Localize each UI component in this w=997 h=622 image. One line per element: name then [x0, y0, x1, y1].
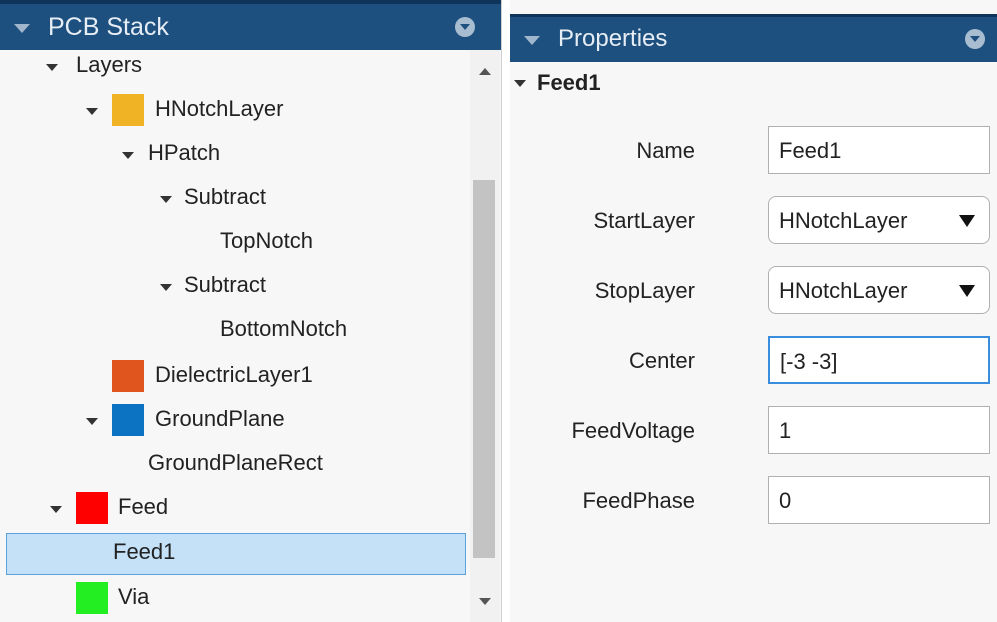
pcb-stack-panel: PCB Stack Layers HNotchLayer HPatch Subt…	[0, 0, 502, 622]
collapse-section-icon[interactable]	[514, 80, 526, 87]
tree-node-label: GroundPlane	[155, 406, 285, 431]
property-name: Name Feed1	[510, 126, 997, 176]
tree-node-label: HPatch	[148, 140, 221, 165]
center-field[interactable]: [-3 -3]	[768, 336, 990, 384]
layer-color-swatch	[112, 94, 144, 126]
panel-options-icon[interactable]	[965, 29, 985, 49]
properties-title: Properties	[558, 25, 668, 52]
dropdown-value: HNotchLayer	[779, 208, 908, 233]
start-layer-dropdown[interactable]: HNotchLayer	[768, 196, 990, 244]
tree-node-label: DielectricLayer1	[155, 362, 313, 387]
expand-arrow-icon[interactable]	[86, 418, 98, 425]
properties-panel: Properties Feed1 Name Feed1 StartLayer H…	[510, 0, 997, 622]
layer-color-swatch	[76, 582, 108, 614]
scroll-down-icon[interactable]	[479, 598, 491, 605]
name-field[interactable]: Feed1	[768, 126, 990, 174]
scroll-up-icon[interactable]	[479, 68, 491, 75]
tree-node-label: Feed1	[113, 539, 176, 564]
tree-scrollbar[interactable]	[470, 50, 500, 622]
expand-arrow-icon[interactable]	[160, 196, 172, 203]
tree-node-label: Subtract	[184, 184, 266, 209]
dropdown-arrow-icon[interactable]	[959, 215, 975, 227]
feed-phase-field[interactable]: 0	[768, 476, 990, 524]
layer-color-swatch	[112, 404, 144, 436]
property-feedphase: FeedPhase 0	[510, 476, 997, 526]
pcb-stack-header[interactable]: PCB Stack	[0, 0, 501, 50]
expand-arrow-icon[interactable]	[46, 64, 58, 71]
section-title: Feed1	[537, 70, 601, 95]
property-startlayer: StartLayer HNotchLayer	[510, 196, 997, 246]
tree-node-label: TopNotch	[220, 228, 313, 253]
tree-node-feed1[interactable]: Feed1	[6, 533, 466, 575]
property-stoplayer: StopLayer HNotchLayer	[510, 266, 997, 316]
expand-arrow-icon[interactable]	[86, 108, 98, 115]
property-label: StartLayer	[593, 208, 696, 233]
pcb-stack-title: PCB Stack	[48, 13, 169, 41]
layer-color-swatch	[76, 492, 108, 524]
expand-arrow-icon[interactable]	[50, 506, 62, 513]
tree-node-label: Feed	[118, 494, 169, 519]
property-label: Center	[628, 348, 695, 373]
stop-layer-dropdown[interactable]: HNotchLayer	[768, 266, 990, 314]
tree-node-label: HNotchLayer	[155, 96, 284, 121]
expand-arrow-icon[interactable]	[160, 284, 172, 291]
property-feedvoltage: FeedVoltage 1	[510, 406, 997, 456]
property-label: FeedVoltage	[571, 418, 695, 443]
pcb-tree: Layers HNotchLayer HPatch Subtract TopNo…	[0, 50, 470, 622]
properties-header[interactable]: Properties	[510, 14, 997, 62]
tree-node-label: GroundPlaneRect	[148, 450, 323, 475]
property-label: Name	[636, 138, 695, 163]
dropdown-value: HNotchLayer	[779, 278, 908, 303]
property-center: Center [-3 -3]	[510, 336, 997, 386]
property-label: FeedPhase	[582, 488, 695, 513]
tree-node-label: Via	[118, 584, 150, 609]
tree-node-label: Layers	[76, 52, 143, 77]
scrollbar-thumb[interactable]	[473, 180, 495, 558]
layer-color-swatch	[112, 360, 144, 392]
feed-voltage-field[interactable]: 1	[768, 406, 990, 454]
dropdown-arrow-icon[interactable]	[959, 285, 975, 297]
tree-node-label: BottomNotch	[220, 316, 348, 341]
tree-node-label: Subtract	[184, 272, 266, 297]
property-label: StopLayer	[594, 278, 695, 303]
collapse-panel-icon[interactable]	[14, 24, 30, 33]
expand-arrow-icon[interactable]	[122, 152, 134, 159]
collapse-panel-icon[interactable]	[524, 36, 540, 45]
panel-options-icon[interactable]	[455, 17, 475, 37]
